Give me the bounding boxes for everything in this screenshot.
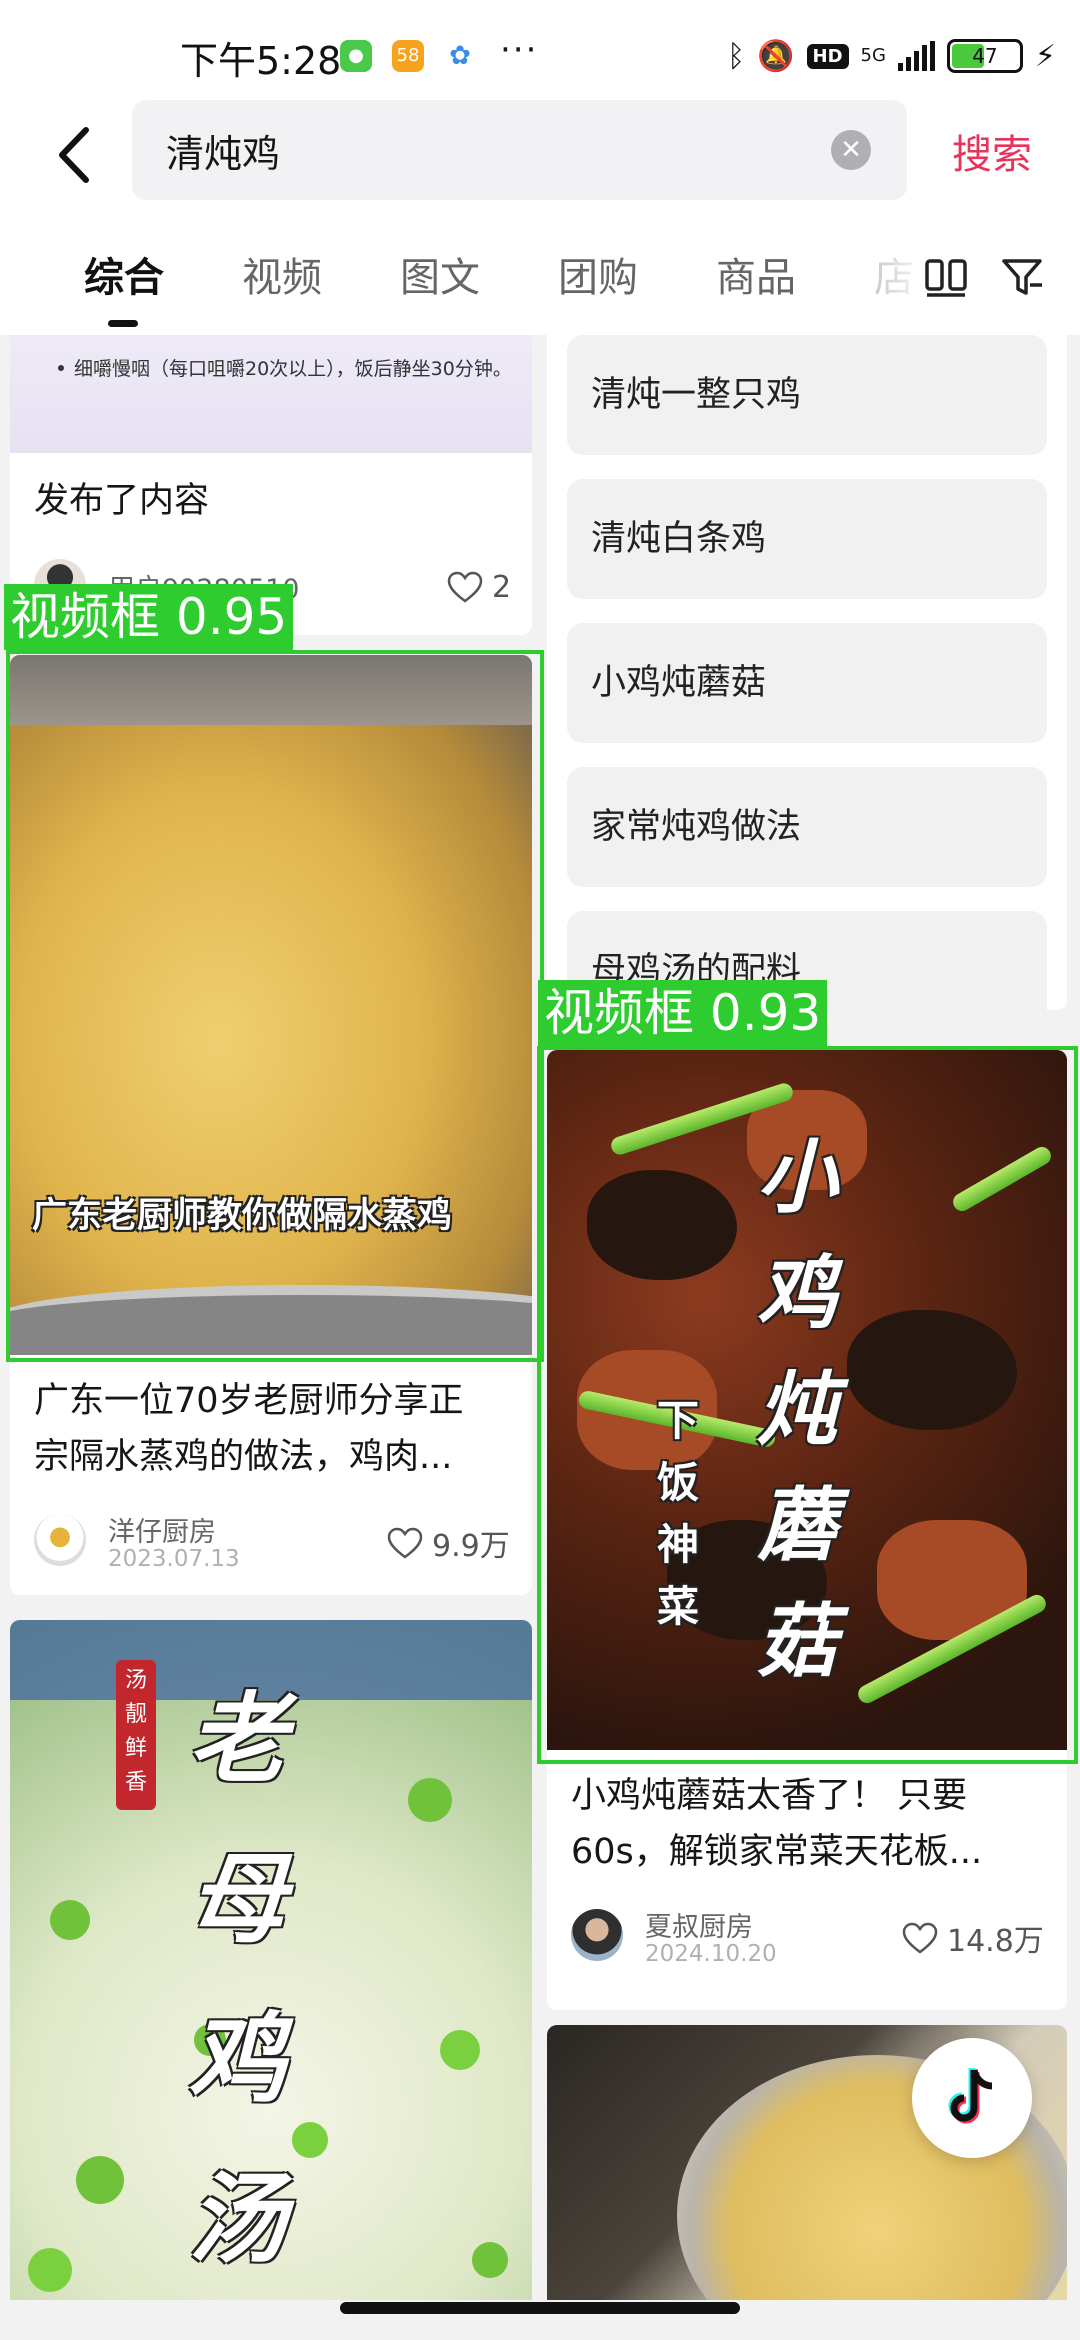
cloud-app-icon: ✿ bbox=[444, 40, 476, 72]
like-button[interactable]: 2 bbox=[446, 567, 511, 607]
tab-group-buy[interactable]: 团购 bbox=[558, 245, 638, 303]
related-search-item[interactable]: 小鸡炖蘑菇 bbox=[567, 623, 1047, 743]
douyin-logo-icon bbox=[948, 2068, 993, 2124]
related-search-item[interactable]: 清炖白条鸡 bbox=[567, 479, 1047, 599]
heart-icon bbox=[447, 571, 483, 603]
tab-fade bbox=[872, 225, 932, 335]
video-author-row[interactable]: 洋仔厨房 2023.07.13 bbox=[34, 1510, 374, 1572]
cat-app-icon: ● bbox=[340, 40, 372, 72]
like-button[interactable]: 14.8万 bbox=[901, 1918, 1044, 1959]
detection-label-2: 视频框 0.93 bbox=[538, 980, 828, 1046]
post-snippet: 细嚼慢咽（每口咀嚼20次以上），饭后静坐30分钟。 bbox=[74, 358, 512, 380]
seal-stamp: 汤靓鲜香 bbox=[116, 1660, 156, 1810]
layout-toggle-icon[interactable] bbox=[924, 255, 968, 299]
like-count: 14.8万 bbox=[947, 1924, 1044, 1959]
avatar bbox=[571, 1909, 623, 1961]
avatar bbox=[34, 1514, 86, 1566]
thumbnail-caption: 老母鸡汤 bbox=[188, 1683, 287, 2277]
battery-percent: 47 bbox=[972, 44, 998, 68]
mute-icon: 🔕 bbox=[757, 38, 795, 74]
active-tab-indicator bbox=[108, 320, 138, 327]
system-icons: ᛒ 🔕 HD 5G 47 ⚡ bbox=[727, 36, 1056, 76]
search-input[interactable] bbox=[166, 100, 806, 200]
heart-icon bbox=[387, 1527, 423, 1559]
back-button[interactable] bbox=[48, 120, 104, 190]
network-type: 5G bbox=[860, 45, 886, 66]
hd-icon: HD bbox=[806, 43, 849, 69]
post-title: 发布了内容 bbox=[34, 481, 210, 521]
video-title-line2: 60s，解锁家常菜天花板... bbox=[571, 1832, 983, 1872]
result-card-soup[interactable]: 汤靓鲜香 老母鸡汤 bbox=[10, 1620, 532, 2300]
battery-icon: 47 bbox=[946, 39, 1023, 73]
home-indicator[interactable] bbox=[340, 2302, 740, 2314]
post-date: 2023.07.13 bbox=[108, 1546, 240, 1572]
filter-icon[interactable] bbox=[1000, 255, 1044, 299]
post-image: 细嚼慢咽（每口咀嚼20次以上），饭后静坐30分钟。 bbox=[10, 335, 532, 453]
status-time: 下午5:28 bbox=[180, 39, 342, 83]
douyin-float-button[interactable] bbox=[912, 2038, 1032, 2158]
related-search-item[interactable]: 家常炖鸡做法 bbox=[567, 767, 1047, 887]
detection-box-2 bbox=[537, 1046, 1078, 1764]
video-author-row[interactable]: 夏叔厨房 2024.10.20 bbox=[571, 1905, 911, 1967]
like-count: 2 bbox=[492, 569, 512, 605]
detection-box-1 bbox=[6, 650, 544, 1362]
detection-label-1: 视频框 0.95 bbox=[4, 584, 294, 650]
58-app-icon: 58 bbox=[392, 40, 424, 72]
signal-icon bbox=[897, 41, 935, 71]
charging-icon: ⚡ bbox=[1034, 38, 1056, 74]
search-header: ✕ 搜索 bbox=[0, 100, 1080, 225]
tab-image-text[interactable]: 图文 bbox=[400, 245, 480, 303]
tab-products[interactable]: 商品 bbox=[716, 245, 796, 303]
status-bar: 下午5:28 ● 58 ✿ ··· ᛒ 🔕 HD 5G 47 ⚡ bbox=[0, 0, 1080, 100]
video-title-line1: 广东一位70岁老厨师分享正 bbox=[34, 1381, 464, 1421]
clear-icon[interactable]: ✕ bbox=[831, 130, 871, 170]
tab-comprehensive[interactable]: 综合 bbox=[84, 245, 164, 303]
video-title-line1: 小鸡炖蘑菇太香了！ 只要 bbox=[571, 1776, 968, 1816]
post-date: 2024.10.20 bbox=[645, 1941, 777, 1967]
search-box[interactable]: ✕ bbox=[132, 100, 907, 200]
heart-icon bbox=[902, 1922, 938, 1954]
author-name: 夏叔厨房 bbox=[645, 1912, 753, 1943]
more-notifications-icon: ··· bbox=[500, 30, 539, 70]
chevron-left-icon bbox=[59, 127, 89, 183]
video-thumbnail[interactable]: 汤靓鲜香 老母鸡汤 bbox=[10, 1620, 532, 2300]
author-name: 洋仔厨房 bbox=[108, 1517, 216, 1548]
related-searches: 清炖一整只鸡 清炖白条鸡 小鸡炖蘑菇 家常炖鸡做法 母鸡汤的配料 bbox=[547, 335, 1067, 1010]
search-tabs: 综合 视频 图文 团购 商品 店 bbox=[0, 225, 1080, 335]
bluetooth-icon: ᛒ bbox=[727, 38, 746, 74]
tab-video[interactable]: 视频 bbox=[242, 245, 322, 303]
video-title-line2: 宗隔水蒸鸡的做法，鸡肉... bbox=[34, 1437, 453, 1477]
like-button[interactable]: 9.9万 bbox=[386, 1523, 510, 1564]
related-search-item[interactable]: 清炖一整只鸡 bbox=[567, 335, 1047, 455]
bullet-dot bbox=[58, 365, 64, 371]
seal-text: 汤靓鲜香 bbox=[124, 1668, 147, 1795]
search-button[interactable]: 搜索 bbox=[952, 122, 1032, 180]
like-count: 9.9万 bbox=[432, 1529, 510, 1564]
